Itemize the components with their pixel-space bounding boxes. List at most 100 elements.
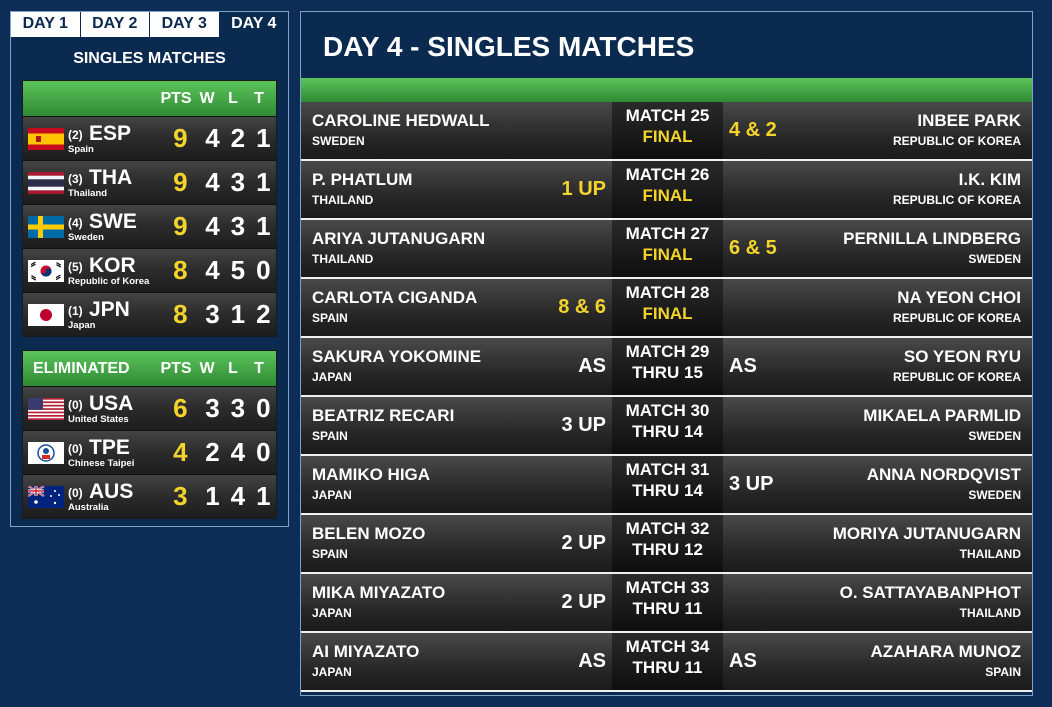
- header-t: T: [254, 89, 264, 107]
- team-pts: 9: [173, 211, 188, 241]
- team-seed: (1): [68, 303, 83, 318]
- tab-day-3[interactable]: DAY 3: [150, 12, 220, 38]
- match-row[interactable]: BEATRIZ RECARI SPAIN 3 UP MATCH 30 THRU 14 MI…: [301, 397, 1032, 456]
- tab-day-4[interactable]: DAY 4: [219, 12, 288, 38]
- player1-country: SPAIN: [312, 547, 348, 561]
- player1-score: AS: [578, 650, 606, 672]
- player2-name: AZAHARA MUNOZ: [870, 642, 1021, 661]
- player2-country: SWEDEN: [968, 488, 1021, 502]
- page-title: DAY 4 - SINGLES MATCHES: [323, 31, 695, 62]
- player2-country: SWEDEN: [968, 429, 1021, 443]
- player1-name: MIKA MIYAZATO: [312, 583, 446, 602]
- player1-name: CARLOTA CIGANDA: [312, 288, 478, 307]
- team-row: (0) AUS Australia 3 1 4 1: [23, 474, 276, 518]
- player2-country: SWEDEN: [968, 252, 1021, 266]
- team-pts: 3: [173, 481, 188, 511]
- team-row: (5) KOR Republic of Korea 8 4 5 0: [23, 248, 276, 292]
- match-status: THRU 14: [632, 422, 703, 441]
- match-row[interactable]: CAROLINE HEDWALL SWEDEN MATCH 25 FINAL 4 & 2…: [301, 102, 1032, 161]
- team-losses: 1: [230, 299, 246, 329]
- team-wins: 4: [205, 123, 220, 153]
- team-row: (0) USA United States 6 3 3 0: [23, 386, 276, 430]
- match-status: FINAL: [642, 186, 693, 205]
- team-losses: 3: [230, 211, 246, 241]
- team-country: United States: [68, 413, 129, 425]
- match-number: MATCH 30: [625, 401, 710, 420]
- player1-name: BELEN MOZO: [312, 524, 426, 543]
- tab-day-2[interactable]: DAY 2: [80, 12, 150, 38]
- team-losses: 4: [230, 481, 246, 511]
- team-row: (2) ESP Spain 9 4 2 1: [23, 116, 276, 160]
- team-ties: 1: [256, 167, 271, 197]
- header-bar: [301, 78, 1032, 102]
- match-status-box: MATCH 26 FINAL: [612, 161, 723, 218]
- match-number: MATCH 34: [625, 637, 710, 656]
- tab-day-1[interactable]: DAY 1: [11, 12, 81, 38]
- team-pts: 8: [173, 299, 188, 329]
- player1-score: AS: [578, 355, 606, 377]
- player1-name: AI MIYAZATO: [312, 642, 420, 661]
- player1-score: 2 UP: [561, 532, 606, 554]
- player1-score: 1 UP: [561, 178, 606, 200]
- team-country: Australia: [68, 501, 109, 513]
- team-country: Thailand: [68, 187, 108, 199]
- team-wins: 4: [205, 255, 220, 285]
- match-row[interactable]: CARLOTA CIGANDA SPAIN 8 & 6 MATCH 28 FINAL NA…: [301, 279, 1032, 338]
- team-ties: 1: [256, 211, 271, 241]
- match-row[interactable]: MAMIKO HIGA JAPAN MATCH 31 THRU 14 3 UP ANNA …: [301, 456, 1032, 515]
- match-number: MATCH 26: [625, 165, 710, 184]
- player2-score: 4 & 2: [729, 119, 777, 141]
- match-row[interactable]: P. PHATLUM THAILAND 1 UP MATCH 26 FINAL I.K. …: [301, 161, 1032, 220]
- match-status-box: MATCH 28 FINAL: [612, 279, 723, 336]
- australia-flag-icon: [28, 485, 64, 508]
- player2-score: 6 & 5: [729, 237, 777, 259]
- sweden-flag-icon: [28, 215, 64, 238]
- team-wins: 2: [205, 437, 220, 467]
- team-ties: 1: [256, 481, 271, 511]
- header-w: W: [199, 89, 215, 107]
- match-number: MATCH 29: [625, 342, 710, 361]
- match-row[interactable]: SAKURA YOKOMINE JAPAN AS MATCH 29 THRU 15 AS S…: [301, 338, 1032, 397]
- team-pts: 4: [173, 437, 188, 467]
- player2-country: THAILAND: [959, 547, 1021, 561]
- header-w: W: [199, 359, 215, 377]
- player1-score: 8 & 6: [558, 296, 606, 318]
- match-row[interactable]: BELEN MOZO SPAIN 2 UP MATCH 32 THRU 12 MORIYA…: [301, 515, 1032, 574]
- match-row[interactable]: MIKA MIYAZATO JAPAN 2 UP MATCH 33 THRU 11 O. …: [301, 574, 1032, 633]
- team-seed: (0): [68, 397, 83, 412]
- panel-heading: SINGLES MATCHES: [73, 50, 226, 67]
- team-country: Sweden: [68, 231, 104, 243]
- day-tabs: DAY 1 DAY 2 DAY 3 DAY 4: [11, 12, 288, 38]
- team-pts: 8: [173, 255, 188, 285]
- team-losses: 2: [230, 123, 246, 153]
- eliminated-table: ELIMINATED PTS W L T (0) USA United States…: [22, 350, 277, 519]
- match-status-box: MATCH 31 THRU 14: [612, 456, 723, 513]
- match-status: THRU 11: [632, 599, 703, 618]
- team-seed: (5): [68, 259, 83, 274]
- team-losses: 3: [230, 167, 246, 197]
- team-abbr: USA: [89, 391, 134, 415]
- team-abbr: ESP: [89, 121, 132, 145]
- team-ties: 2: [256, 299, 271, 329]
- usa-flag-icon: [28, 397, 64, 420]
- player1-name: ARIYA JUTANUGARN: [312, 229, 486, 248]
- japan-flag-icon: [28, 303, 64, 326]
- match-row[interactable]: ARIYA JUTANUGARN THAILAND MATCH 27 FINAL 6 &…: [301, 220, 1032, 279]
- match-row[interactable]: AI MIYAZATO JAPAN AS MATCH 34 THRU 11 AS AZAHA…: [301, 633, 1032, 692]
- player1-country: JAPAN: [312, 606, 352, 620]
- team-seed: (4): [68, 215, 83, 230]
- player1-name: P. PHATLUM: [312, 170, 413, 189]
- player2-country: THAILAND: [959, 606, 1021, 620]
- player2-name: ANNA NORDQVIST: [866, 465, 1021, 484]
- match-number: MATCH 32: [625, 519, 710, 538]
- match-status-box: MATCH 27 FINAL: [612, 220, 723, 277]
- header-l: L: [228, 359, 238, 377]
- matches-panel: DAY 4 - SINGLES MATCHES CAROLINE HEDWALL…: [300, 11, 1033, 696]
- match-number: MATCH 27: [625, 224, 710, 243]
- match-status-box: MATCH 25 FINAL: [612, 102, 723, 159]
- player2-country: SPAIN: [985, 665, 1021, 679]
- match-status-box: MATCH 30 THRU 14: [612, 397, 723, 454]
- team-info: (3) THA Thailand: [68, 163, 161, 203]
- team-ties: 1: [256, 123, 271, 153]
- player2-country: REPUBLIC OF KOREA: [892, 311, 1021, 325]
